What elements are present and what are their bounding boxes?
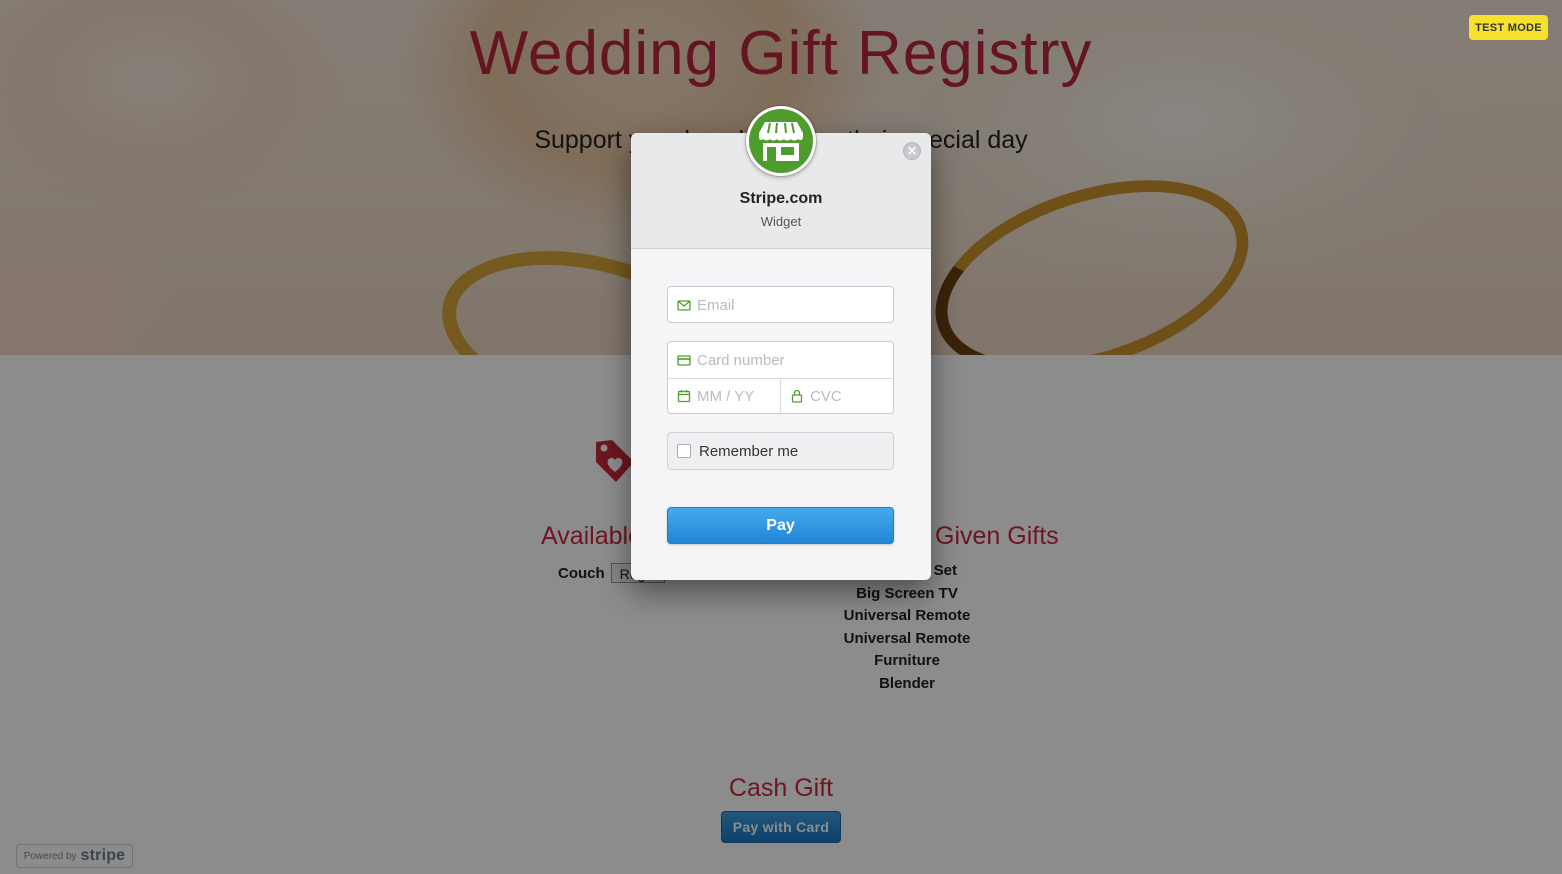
purchase-description: Widget	[760, 214, 802, 229]
card-number-input[interactable]	[697, 351, 867, 369]
pay-button[interactable]: Pay	[667, 507, 894, 544]
remember-me-toggle[interactable]: Remember me	[667, 432, 894, 470]
card-details-group	[667, 341, 894, 414]
expiry-input[interactable]	[697, 387, 777, 405]
calendar-icon	[677, 390, 691, 403]
checkout-dialog: ✕ Stripe.com Widget Email Card number MM…	[631, 106, 931, 580]
storefront-icon	[749, 109, 813, 173]
cvc-input[interactable]	[810, 387, 890, 405]
envelope-icon	[677, 300, 691, 311]
remember-me-checkbox[interactable]	[677, 444, 691, 458]
email-field[interactable]	[667, 286, 894, 323]
email-input[interactable]	[697, 296, 867, 314]
card-number-field[interactable]	[668, 342, 893, 379]
checkout-header: ✕ Stripe.com Widget	[631, 106, 931, 249]
test-mode-badge: TEST MODE	[1469, 15, 1548, 40]
cvc-field[interactable]	[781, 378, 893, 414]
lock-icon	[791, 389, 803, 403]
merchant-logo	[746, 106, 816, 176]
expiry-field[interactable]	[668, 378, 781, 414]
close-icon[interactable]: ✕	[903, 142, 921, 160]
credit-card-icon	[677, 355, 691, 366]
remember-me-label: Remember me	[699, 442, 799, 460]
merchant-name: Stripe.com	[739, 190, 823, 207]
